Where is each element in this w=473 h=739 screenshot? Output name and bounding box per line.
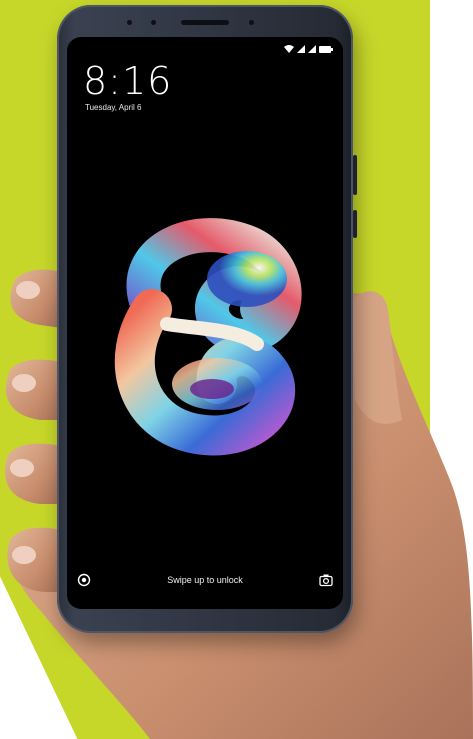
battery-icon <box>319 46 333 53</box>
camera-icon[interactable] <box>319 573 333 587</box>
volume-button <box>353 155 357 195</box>
signal-icon <box>297 45 305 53</box>
lock-clock: 8:16 <box>83 59 173 103</box>
power-button <box>353 210 357 238</box>
front-camera-icon <box>151 20 156 25</box>
status-bar <box>284 45 333 53</box>
unlock-hint: Swipe up to unlock <box>167 575 243 585</box>
sensor-dot <box>127 20 132 25</box>
signal-icon <box>308 45 316 53</box>
lock-screen[interactable]: 8:16 Tuesday, April 6 Swipe up to unlock <box>67 37 343 609</box>
earpiece <box>181 20 229 25</box>
lock-date: Tuesday, April 6 <box>85 103 142 112</box>
wifi-icon <box>284 45 294 53</box>
swirl-s-wallpaper <box>114 218 302 456</box>
smartphone: 8:16 Tuesday, April 6 Swipe up to unlock <box>57 5 357 633</box>
proximity-sensor <box>249 20 254 25</box>
